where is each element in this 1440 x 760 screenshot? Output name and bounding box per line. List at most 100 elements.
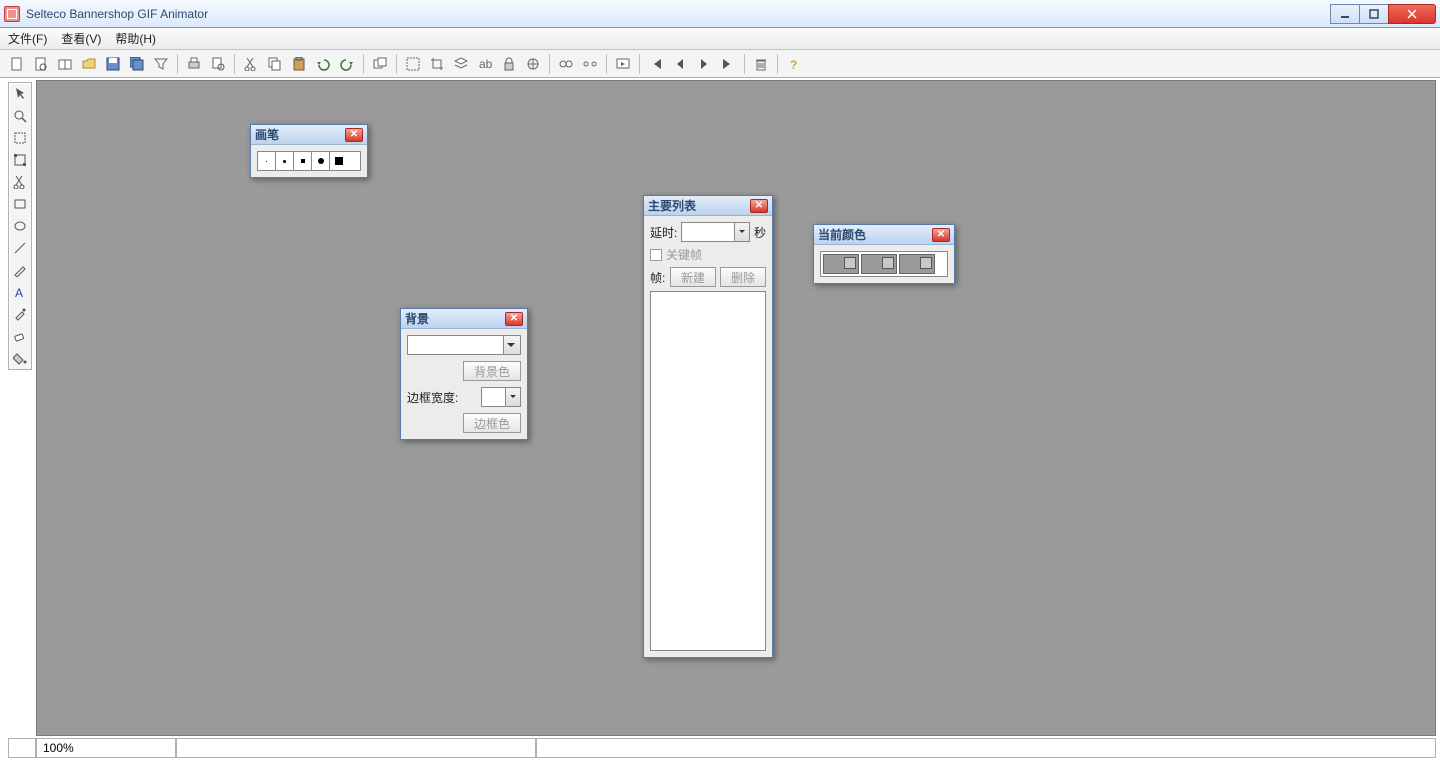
color-panel: 当前颜色 ✕ — [813, 224, 955, 284]
fill-color-swatch[interactable] — [899, 254, 935, 274]
brush-size-3[interactable] — [294, 152, 312, 170]
lock-icon[interactable] — [498, 53, 520, 75]
brush-panel-title: 画笔 — [255, 126, 279, 143]
framelist-panel-title-bar[interactable]: 主要列表 ✕ — [644, 196, 772, 216]
paste-icon[interactable] — [288, 53, 310, 75]
menu-view[interactable]: 查看(V) — [61, 30, 101, 47]
brush-size-4[interactable] — [312, 152, 330, 170]
color-panel-close-icon[interactable]: ✕ — [932, 228, 950, 242]
menu-file[interactable]: 文件(F) — [8, 30, 47, 47]
background-panel: 背景 ✕ 背景色 边框宽度: 边框色 — [400, 308, 528, 440]
framelist-panel: 主要列表 ✕ 延时: 秒 关键帧 帧: 新建 删除 — [643, 195, 773, 658]
layers-icon[interactable] — [450, 53, 472, 75]
first-frame-icon[interactable] — [645, 53, 667, 75]
print-icon[interactable] — [183, 53, 205, 75]
brush-size-2[interactable] — [276, 152, 294, 170]
background-panel-close-icon[interactable]: ✕ — [505, 312, 523, 326]
svg-text:A: A — [15, 286, 23, 299]
side-toolbox: A — [8, 82, 32, 370]
color-swatch-row — [820, 251, 948, 277]
zoom-tool-icon[interactable] — [9, 105, 31, 127]
group-icon[interactable] — [555, 53, 577, 75]
new-frame-button[interactable]: 新建 — [670, 267, 716, 287]
close-button[interactable] — [1388, 4, 1436, 24]
prev-frame-icon[interactable] — [669, 53, 691, 75]
background-fill-combo[interactable] — [407, 335, 521, 355]
brush-size-1[interactable] — [258, 152, 276, 170]
frame-list[interactable] — [650, 291, 766, 651]
fill-tool-icon[interactable] — [9, 347, 31, 369]
svg-text:?: ? — [790, 58, 797, 71]
line-tool-icon[interactable] — [9, 237, 31, 259]
help-icon[interactable]: ? — [783, 53, 805, 75]
eyedropper-tool-icon[interactable] — [9, 303, 31, 325]
foreground-color-swatch[interactable] — [823, 254, 859, 274]
next-frame-icon[interactable] — [693, 53, 715, 75]
last-frame-icon[interactable] — [717, 53, 739, 75]
scissors-tool-icon[interactable] — [9, 171, 31, 193]
eraser-tool-icon[interactable] — [9, 325, 31, 347]
redo-icon[interactable] — [336, 53, 358, 75]
undo-icon[interactable] — [312, 53, 334, 75]
effects-icon[interactable] — [522, 53, 544, 75]
status-zoom: 100% — [36, 738, 176, 758]
border-width-input[interactable] — [481, 387, 521, 407]
pointer-tool-icon[interactable] — [9, 83, 31, 105]
copy-icon[interactable] — [264, 53, 286, 75]
preview-icon[interactable] — [612, 53, 634, 75]
border-color-button[interactable]: 边框色 — [463, 413, 521, 433]
keyframe-checkbox[interactable] — [650, 249, 662, 261]
rect-tool-icon[interactable] — [9, 193, 31, 215]
app-title: Selteco Bannershop GIF Animator — [26, 7, 1331, 21]
framelist-panel-title: 主要列表 — [648, 197, 696, 214]
crop-icon[interactable] — [426, 53, 448, 75]
select-all-icon[interactable] — [402, 53, 424, 75]
brush-panel: 画笔 ✕ — [250, 124, 368, 178]
title-bar: Selteco Bannershop GIF Animator — [0, 0, 1440, 28]
new-file-icon[interactable] — [6, 53, 28, 75]
frame-label: 帧: — [650, 269, 665, 286]
status-cell-4 — [536, 738, 1436, 758]
seconds-label: 秒 — [754, 224, 766, 241]
keyframe-label: 关键帧 — [666, 246, 702, 263]
brush-size-row — [257, 151, 361, 171]
open-icon[interactable] — [78, 53, 100, 75]
text-tool-icon[interactable]: abc — [474, 53, 496, 75]
ellipse-tool-icon[interactable] — [9, 215, 31, 237]
app-icon — [4, 6, 20, 22]
print-preview-icon[interactable] — [207, 53, 229, 75]
framelist-panel-close-icon[interactable]: ✕ — [750, 199, 768, 213]
color-panel-title: 当前颜色 — [818, 226, 866, 243]
pencil-tool-icon[interactable] — [9, 259, 31, 281]
delay-input[interactable] — [681, 222, 750, 242]
brush-panel-title-bar[interactable]: 画笔 ✕ — [251, 125, 367, 145]
ungroup-icon[interactable] — [579, 53, 601, 75]
save-all-icon[interactable] — [126, 53, 148, 75]
background-panel-title-bar[interactable]: 背景 ✕ — [401, 309, 527, 329]
window-controls — [1331, 4, 1436, 24]
brush-size-5[interactable] — [330, 152, 348, 170]
minimize-button[interactable] — [1330, 4, 1360, 24]
text-tool-side-icon[interactable]: A — [9, 281, 31, 303]
delete-frame-button[interactable]: 删除 — [720, 267, 766, 287]
status-cell-3 — [176, 738, 536, 758]
duplicate-frame-icon[interactable] — [369, 53, 391, 75]
background-color-swatch[interactable] — [861, 254, 897, 274]
crop-tool-icon[interactable] — [9, 149, 31, 171]
save-icon[interactable] — [102, 53, 124, 75]
color-panel-title-bar[interactable]: 当前颜色 ✕ — [814, 225, 954, 245]
background-color-button[interactable]: 背景色 — [463, 361, 521, 381]
main-toolbar: abc ? — [0, 50, 1440, 78]
filter-icon[interactable] — [150, 53, 172, 75]
delete-icon[interactable] — [750, 53, 772, 75]
brush-panel-close-icon[interactable]: ✕ — [345, 128, 363, 142]
cut-icon[interactable] — [240, 53, 262, 75]
new-project-icon[interactable] — [54, 53, 76, 75]
marquee-tool-icon[interactable] — [9, 127, 31, 149]
maximize-button[interactable] — [1359, 4, 1389, 24]
delay-label: 延时: — [650, 224, 677, 241]
menu-bar: 文件(F) 查看(V) 帮助(H) — [0, 28, 1440, 50]
svg-text:abc: abc — [479, 57, 492, 71]
new-from-template-icon[interactable] — [30, 53, 52, 75]
menu-help[interactable]: 帮助(H) — [115, 30, 156, 47]
